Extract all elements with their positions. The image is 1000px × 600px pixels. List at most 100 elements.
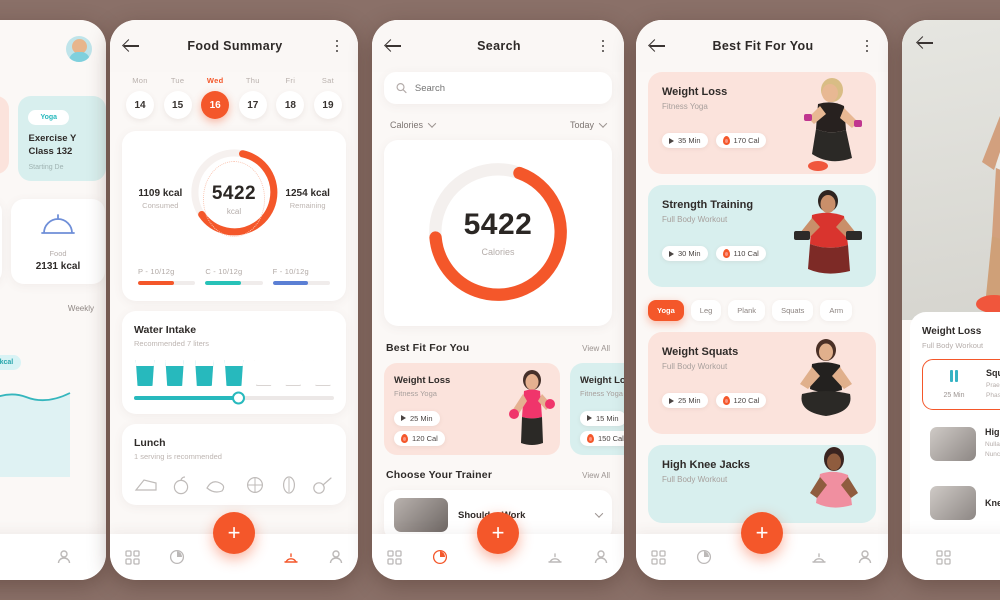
cheese-icon[interactable] [134,475,158,495]
nav-profile-icon[interactable] [56,549,72,565]
water-glass[interactable] [164,360,186,386]
nav-profile-icon[interactable] [593,549,609,565]
workout-card[interactable]: Weight Loss Fitness Yoga 15 Min 150 Cal [570,363,624,455]
exercise-illustration-card[interactable] [0,96,10,174]
add-button[interactable]: + [213,512,255,554]
exercise-name: Hight [985,427,1000,438]
nav-dome-icon[interactable] [283,549,299,565]
day-sat[interactable]: Sat 19 [313,76,342,119]
calories-dropdown[interactable]: Calories [390,119,437,130]
water-glass[interactable] [134,360,156,386]
exercise-item[interactable]: 25 Min Squat and Praesent utPhasellus n [922,359,1000,410]
search-input[interactable] [414,82,600,94]
play-icon [669,250,674,257]
calories-pill: 120 Cal [715,393,767,408]
workout-card[interactable]: Weight Loss Fitness Yoga 25 Min 120 Cal [384,363,560,455]
nav-stats-icon[interactable] [696,549,712,565]
macro-carbs: C - 10/12g [205,267,263,285]
nav-stats-icon[interactable] [169,549,185,565]
day-wed[interactable]: Wed 16 [201,76,230,119]
back-icon[interactable] [124,39,140,53]
phone-dashboard: Yoga Exercise Y Class 132 Starting De Foo… [0,20,106,580]
calorie-label: Calories [481,246,515,257]
nav-grid-icon[interactable] [936,549,951,565]
chicken-leg-icon[interactable] [312,475,334,495]
today-dropdown[interactable]: Today [569,119,608,130]
nav-dome-icon[interactable] [811,549,827,565]
view-all-link[interactable]: View All [582,344,610,353]
today-dropdown-label: Today [569,120,594,130]
workout-card[interactable]: Strength Training Full Body Workout 30 M… [648,185,876,287]
add-button[interactable]: + [741,512,783,554]
day-thu[interactable]: Thu 17 [238,76,267,119]
workout-photo [509,370,555,445]
avatar[interactable] [66,36,92,62]
nav-profile-icon[interactable] [857,549,873,565]
bread-icon[interactable] [279,475,299,495]
water-glass[interactable] [253,360,275,386]
weekly-area-chart: 432 kcal [0,327,106,477]
chip-squats[interactable]: Squats [772,300,814,321]
water-glass[interactable] [223,360,245,386]
nav-grid-icon[interactable] [387,549,402,565]
chip-yoga[interactable]: Yoga [648,300,684,321]
nav-profile-icon[interactable] [328,549,344,565]
remaining-stat: 1254 kcal Remaining [281,188,334,210]
nav-grid-icon[interactable] [651,549,666,565]
view-all-link[interactable]: View All [582,471,610,480]
calories-label: 120 Cal [412,434,438,443]
workout-photo [804,78,862,171]
more-options-icon[interactable] [596,39,610,53]
day-number: 17 [238,91,267,119]
nav-dome-icon[interactable] [547,549,563,565]
water-glass[interactable] [282,360,304,386]
nav-stats-icon[interactable] [432,549,448,565]
chart-tooltip: 432 kcal [0,354,22,370]
duration-pill: 25 Min [394,410,440,426]
back-icon[interactable] [650,39,666,53]
exercise-thumbnail [930,485,976,520]
play-icon [669,397,674,404]
duration-pill: 25 Min [662,393,708,408]
chip-arm[interactable]: Arm [820,300,853,321]
more-options-icon[interactable] [330,39,344,53]
nav-grid-icon[interactable] [124,549,140,565]
food-tile[interactable]: Food 2131 kcal [11,198,105,284]
back-icon[interactable] [918,36,934,50]
page-title: Best Fit For You [712,39,814,53]
phone-search: Search Calories Today [372,20,624,580]
pause-icon[interactable] [949,370,959,383]
day-fri[interactable]: Fri 18 [276,76,305,119]
day-tue[interactable]: Tue 15 [163,76,192,119]
exercise-name: Squat and [986,368,1000,378]
exercise-item[interactable]: Hight NullamNunc fa [922,419,1000,469]
chip-plank[interactable]: Plank [728,300,766,321]
chevron-down-icon[interactable] [594,509,604,518]
stat-tile-left[interactable] [0,198,2,284]
exercise-desc: Praesent utPhasellus n [986,382,1000,399]
water-subtitle: Recommended 7 liters [134,339,210,348]
water-glass[interactable] [193,360,215,386]
chip-leg[interactable]: Leg [690,300,722,321]
phone-food-summary: Food Summary Mon 14 Tue 15 Wed 16 Thu 17… [110,20,358,580]
section-title: Best Fit For You [386,342,470,354]
exercise-item[interactable]: Knee [922,478,1000,528]
hero-photo [976,112,1000,313]
workout-card[interactable]: Weight Loss Fitness Yoga 35 Min 170 Cal [648,72,876,174]
pizza-icon[interactable] [244,475,266,495]
duration-label: 15 Min [596,413,619,423]
water-glass[interactable] [312,360,334,386]
macro-protein: P - 10/12g [138,267,196,285]
food-icon-row [134,475,334,495]
back-icon[interactable] [386,39,402,53]
more-options-icon[interactable] [860,39,874,53]
workout-card[interactable]: Weight Squats Full Body Workout 25 Min 1… [648,332,876,434]
macro-label: C - 10/12g [205,267,243,276]
search-bar[interactable] [384,72,612,104]
shrimp-icon[interactable] [204,475,230,495]
day-mon[interactable]: Mon 14 [126,76,154,119]
apple-icon[interactable] [171,475,191,495]
water-slider[interactable] [134,391,334,405]
add-button[interactable]: + [477,512,519,554]
yoga-class-card[interactable]: Yoga Exercise Y Class 132 Starting De [18,96,106,181]
